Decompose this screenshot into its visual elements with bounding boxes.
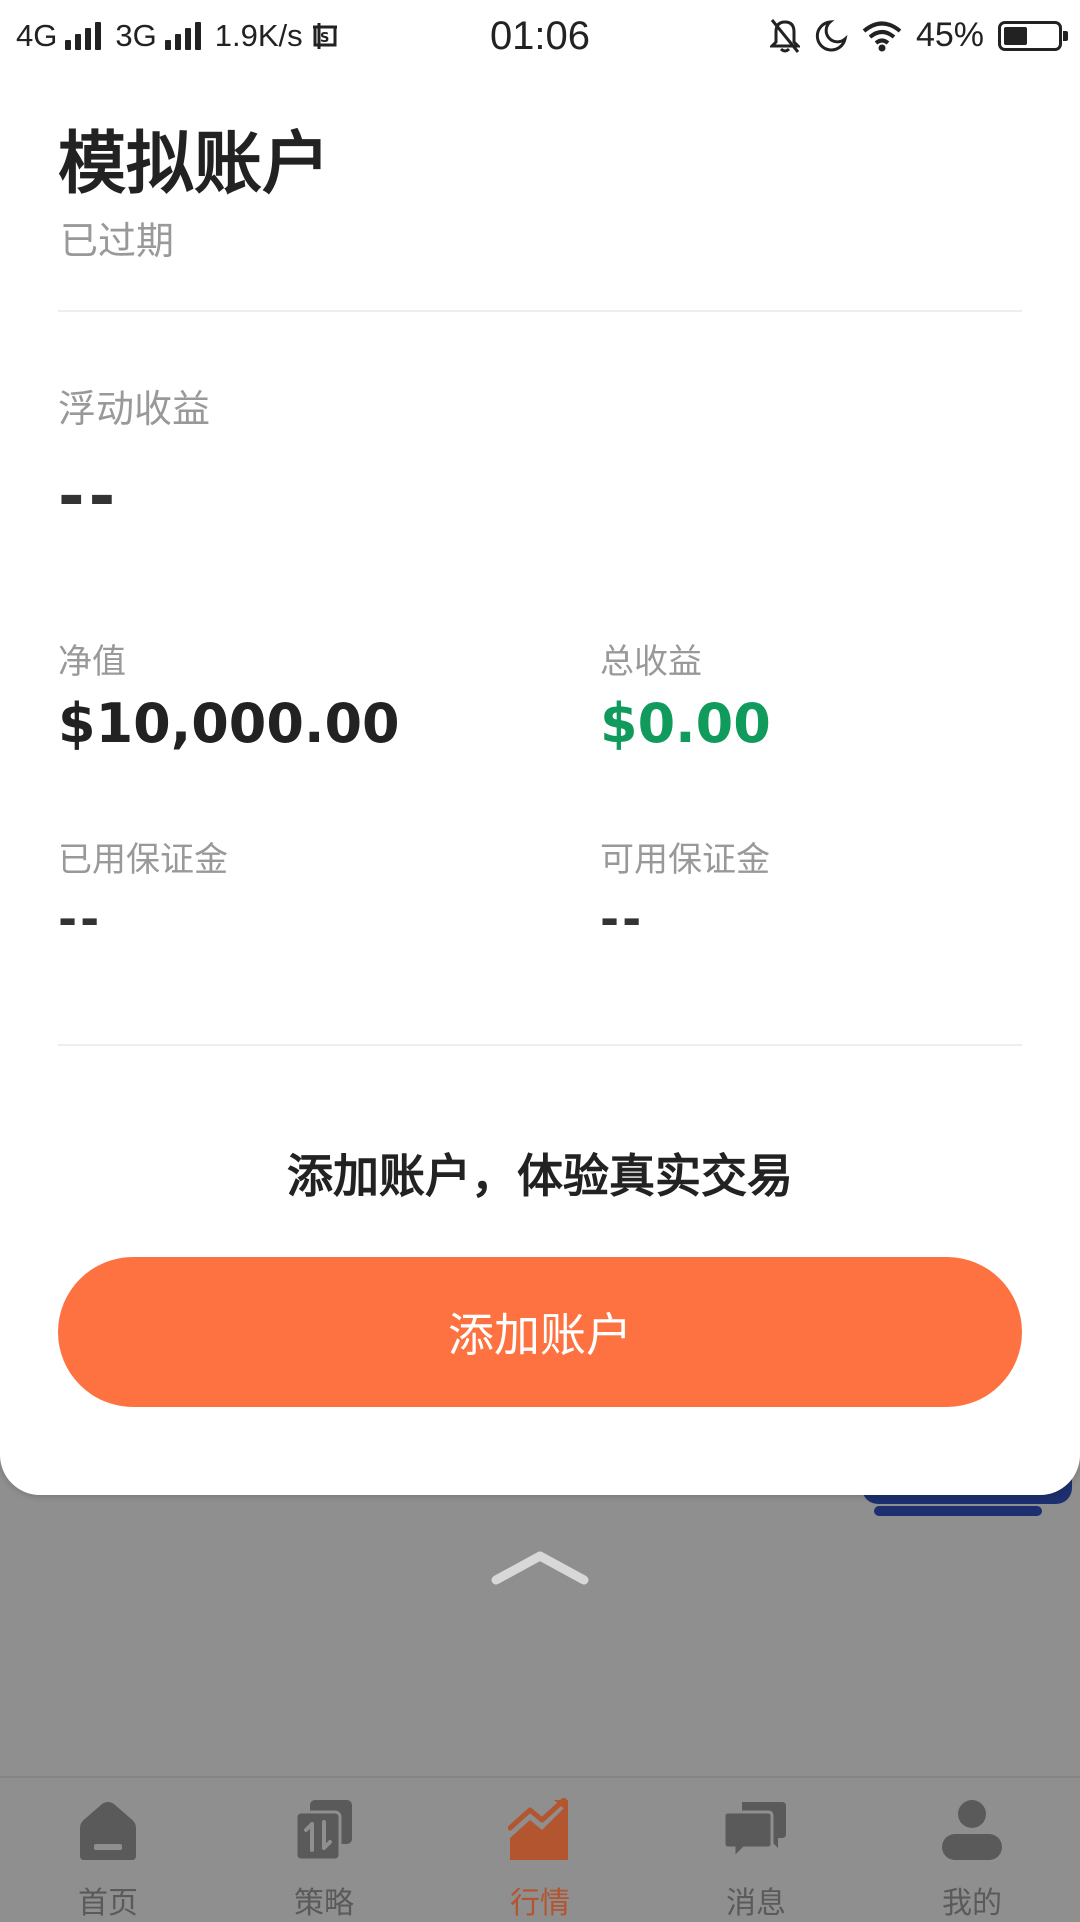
- tab-profile[interactable]: 我的: [864, 1778, 1080, 1922]
- available-margin-value: --: [600, 892, 645, 946]
- bell-off-icon: [769, 18, 800, 53]
- tab-messages[interactable]: 消息: [648, 1778, 864, 1922]
- account-status: 已过期: [60, 219, 175, 263]
- tab-home[interactable]: 首页: [0, 1778, 216, 1922]
- used-margin-label: 已用保证金: [58, 840, 228, 880]
- available-margin-label: 可用保证金: [600, 840, 770, 880]
- tab-label: 首页: [78, 1886, 138, 1921]
- tab-label: 我的: [942, 1886, 1002, 1921]
- message-icon: [724, 1802, 786, 1862]
- battery-percent: 45%: [915, 16, 984, 54]
- chevron-up-icon[interactable]: [490, 1546, 590, 1586]
- background-tab-underline: [874, 1506, 1042, 1516]
- market-chart-icon: [508, 1798, 568, 1860]
- profile-icon: [942, 1800, 1002, 1860]
- tab-market[interactable]: 行情: [432, 1778, 648, 1922]
- net-value: $10,000.00: [58, 692, 400, 755]
- moon-icon: [815, 19, 848, 51]
- used-margin-value: --: [58, 892, 103, 946]
- tab-strategy[interactable]: 策略: [216, 1778, 432, 1922]
- home-icon: [80, 1802, 136, 1860]
- strategy-icon: [294, 1800, 352, 1862]
- bottom-tab-bar: 首页 策略 行情 消息 我的: [0, 1776, 1080, 1922]
- account-sheet: 4G 3G 1.9K/s S 01:06 45% 模拟账户 已过期 浮动收益 -…: [0, 0, 1080, 1495]
- floating-pnl-value: --: [58, 460, 120, 534]
- divider: [58, 1044, 1022, 1046]
- total-pnl-label: 总收益: [600, 642, 702, 682]
- net-value-label: 净值: [58, 642, 126, 682]
- tab-label: 行情: [510, 1886, 570, 1921]
- status-bar: 4G 3G 1.9K/s S 01:06 45%: [0, 0, 1080, 76]
- promo-text: 添加账户，体验真实交易: [287, 1149, 793, 1203]
- page-title: 模拟账户: [58, 125, 331, 204]
- tab-label: 消息: [726, 1886, 786, 1921]
- floating-pnl-label: 浮动收益: [58, 387, 211, 431]
- divider: [58, 310, 1022, 312]
- add-account-button[interactable]: 添加账户: [58, 1257, 1022, 1407]
- tab-label: 策略: [294, 1886, 354, 1921]
- total-pnl-value: $0.00: [600, 692, 771, 755]
- wifi-icon: [862, 21, 902, 51]
- battery-icon: [998, 20, 1068, 51]
